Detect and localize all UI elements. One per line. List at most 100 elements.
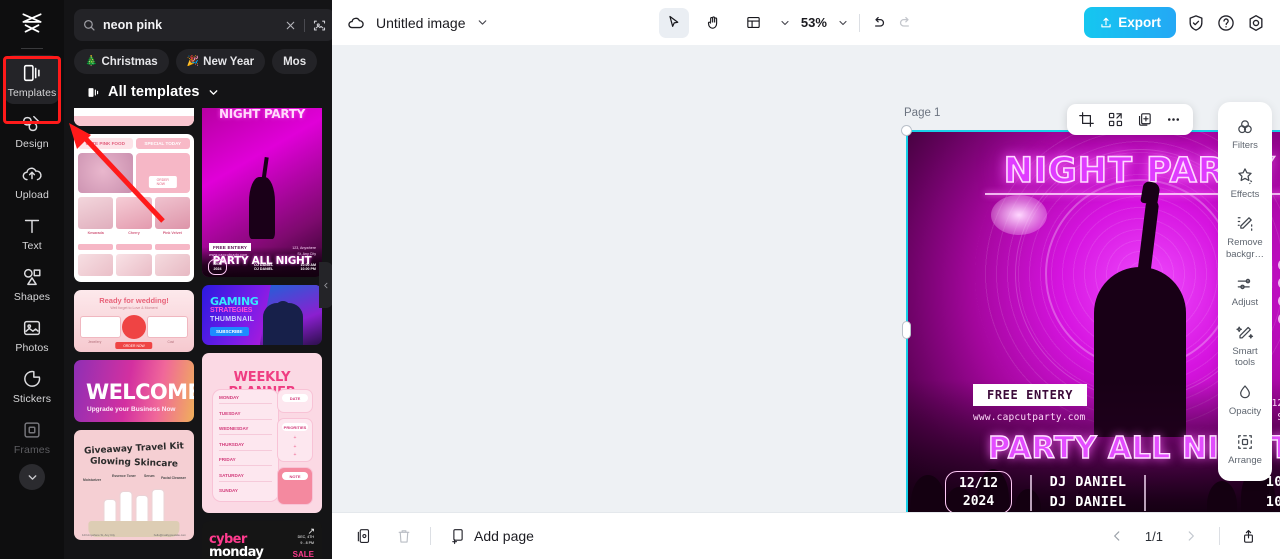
close-icon[interactable] <box>284 19 297 32</box>
add-page-button[interactable]: Add page <box>443 523 540 549</box>
sidebar-item-upload[interactable]: Upload <box>4 157 60 206</box>
template-date: 12/12 2024 <box>208 259 227 275</box>
rail-expand-button[interactable] <box>19 464 45 490</box>
tool-label: Filters <box>1232 140 1258 151</box>
template-item-label: Cherry <box>128 231 140 235</box>
rail-divider <box>21 48 43 49</box>
sidebar-item-templates[interactable]: Templates <box>4 55 60 104</box>
hand-icon <box>708 16 718 29</box>
duplicate-page-icon <box>357 529 370 543</box>
template-footer: 123 Anywhere St, Any City hello@reallygr… <box>82 533 186 537</box>
template-dj-line: DJ DANIEL <box>254 267 274 272</box>
template-card-food-top[interactable] <box>74 108 194 126</box>
more-button[interactable] <box>1160 107 1187 132</box>
template-caption: Cost <box>167 340 174 344</box>
sidebar-item-stickers[interactable]: Stickers <box>4 361 60 410</box>
shield-icon[interactable] <box>1186 13 1206 33</box>
tool-opacity[interactable]: Opacity <box>1220 376 1270 423</box>
template-tag: SPECIAL TODAY <box>135 138 190 149</box>
delete-page-button[interactable] <box>390 522 418 550</box>
chip-most-popular[interactable]: Mos <box>272 49 318 74</box>
chip-christmas[interactable]: 🎄 Christmas <box>74 49 169 74</box>
chevron-down-icon[interactable] <box>476 16 489 29</box>
redo-button[interactable] <box>897 14 914 31</box>
duplicate-button[interactable] <box>1131 107 1158 132</box>
sidebar-item-label: Stickers <box>12 393 52 405</box>
image-search-icon[interactable] <box>312 18 327 33</box>
resize-handle-top-left[interactable] <box>901 125 912 136</box>
top-toolbar: Untitled image 53% Export <box>332 0 1280 45</box>
next-page-button[interactable] <box>1177 522 1205 550</box>
page-label: Page 1 <box>904 107 941 119</box>
undo-button[interactable] <box>870 14 887 31</box>
all-templates-selector[interactable]: All templates <box>74 74 322 108</box>
tool-arrange[interactable]: Arrange <box>1220 425 1270 472</box>
crop-button[interactable] <box>1073 107 1100 132</box>
sidebar-item-design[interactable]: Design <box>4 106 60 155</box>
search-box[interactable] <box>74 9 332 41</box>
template-subtitle: Well forget to Love & Moment <box>110 306 158 310</box>
template-card-ready-for-wedding[interactable]: Ready for wedding! Well forget to Love &… <box>74 290 194 352</box>
template-card-food[interactable]: CUTE PINK FOOD SPECIAL TODAY ORDER NOW K… <box>74 134 194 282</box>
layout-tool-button[interactable] <box>739 8 769 38</box>
select-tool-button[interactable] <box>658 7 689 38</box>
export-page-button[interactable] <box>1234 522 1262 550</box>
template-card-welcome[interactable]: WELCOME Upgrade your Business Now <box>74 360 194 422</box>
templates-grid: CUTE PINK FOOD SPECIAL TODAY ORDER NOW K… <box>64 108 332 559</box>
sidebar-item-frames[interactable]: Frames <box>4 412 60 461</box>
template-card-cyber-monday[interactable]: ↗ cyber monday DEC, 4TH 9 - 8 PM SALE 50… <box>202 521 322 559</box>
sidebar-item-label: Templates <box>7 87 57 99</box>
zoom-chevron-icon[interactable] <box>837 17 849 29</box>
help-icon[interactable] <box>1216 13 1236 33</box>
template-card-date: DATE <box>277 389 313 413</box>
poster-date-line2: 2024 <box>962 493 995 509</box>
template-footer: 12/12 2024 DJ DANIEL DJ DANIEL 10.00 AM … <box>208 259 316 275</box>
photos-icon <box>21 317 43 339</box>
template-button: ORDER NOW <box>115 342 153 349</box>
tool-filters[interactable]: Filters <box>1220 110 1270 157</box>
template-thumb-art <box>262 303 303 345</box>
capcut-logo[interactable] <box>0 0 64 46</box>
template-card-night-party[interactable]: NIGHT PARTY FREE ENTERY www.capcutparty.… <box>202 108 322 277</box>
sidebar-item-label: Photos <box>15 342 49 354</box>
bottom-divider <box>1219 527 1220 545</box>
sidebar-item-shapes[interactable]: Shapes <box>4 259 60 308</box>
bottom-bar: Add page 1/1 <box>332 512 1280 559</box>
template-card-gaming[interactable]: GAMING STRATEGIES THUMBNAIL SUBSCRIBE <box>202 285 322 345</box>
tool-remove-background[interactable]: Remove backgr… <box>1220 207 1270 265</box>
search-input[interactable] <box>103 18 277 32</box>
all-templates-label: All templates <box>108 84 200 100</box>
sidebar-item-text[interactable]: Text <box>4 208 60 257</box>
template-card-weekly-planner[interactable]: WEEKLY PLANNER MONDAY TUESDAY WEDNESDAY … <box>202 353 322 513</box>
template-card-skincare[interactable]: Giveaway Travel Kit Glowing Skincare Moi… <box>74 430 194 540</box>
document-title[interactable]: Untitled image <box>376 15 466 31</box>
template-title: NIGHT PARTY <box>218 108 306 121</box>
poster-time-line2: 10.00 PM <box>1265 493 1280 510</box>
sidebar-item-photos[interactable]: Photos <box>4 310 60 359</box>
panel-collapse-handle[interactable] <box>319 262 332 308</box>
settings-icon[interactable] <box>1246 13 1266 33</box>
canvas-area[interactable]: Page 1 NIGHT PARTY FREE ENTERY www.capcu… <box>332 45 1280 512</box>
template-side-cards: DATE PRIORITIES + + + NOTE <box>277 389 313 505</box>
template-title: Glowing Skincare <box>89 456 179 470</box>
zoom-level[interactable]: 53% <box>801 15 827 30</box>
layout-chevron-icon[interactable] <box>779 17 791 29</box>
prev-page-button[interactable] <box>1103 522 1131 550</box>
tool-adjust[interactable]: Adjust <box>1220 267 1270 314</box>
cloud-save-icon[interactable] <box>346 13 366 33</box>
template-title: Ready for wedding! <box>99 296 169 305</box>
chip-new-year[interactable]: 🎉 New Year <box>175 49 266 74</box>
poster-times: 10.00 AM 10.00 PM <box>1266 473 1280 512</box>
template-date: DEC, 4TH 9 - 8 PM <box>297 535 314 545</box>
transform-button[interactable] <box>1102 107 1129 132</box>
resize-handle-left[interactable] <box>902 321 911 339</box>
tool-effects[interactable]: Effects <box>1220 159 1270 206</box>
template-subtitle: Upgrade your Business Now <box>87 406 176 413</box>
search-icon <box>83 19 95 31</box>
export-button[interactable]: Export <box>1084 7 1177 38</box>
hand-tool-button[interactable] <box>699 8 729 38</box>
template-day: THURSDAY <box>219 442 273 451</box>
duplicate-page-button[interactable] <box>350 522 378 550</box>
tool-smart-tools[interactable]: Smart tools <box>1220 316 1270 374</box>
effects-icon <box>1238 167 1253 184</box>
